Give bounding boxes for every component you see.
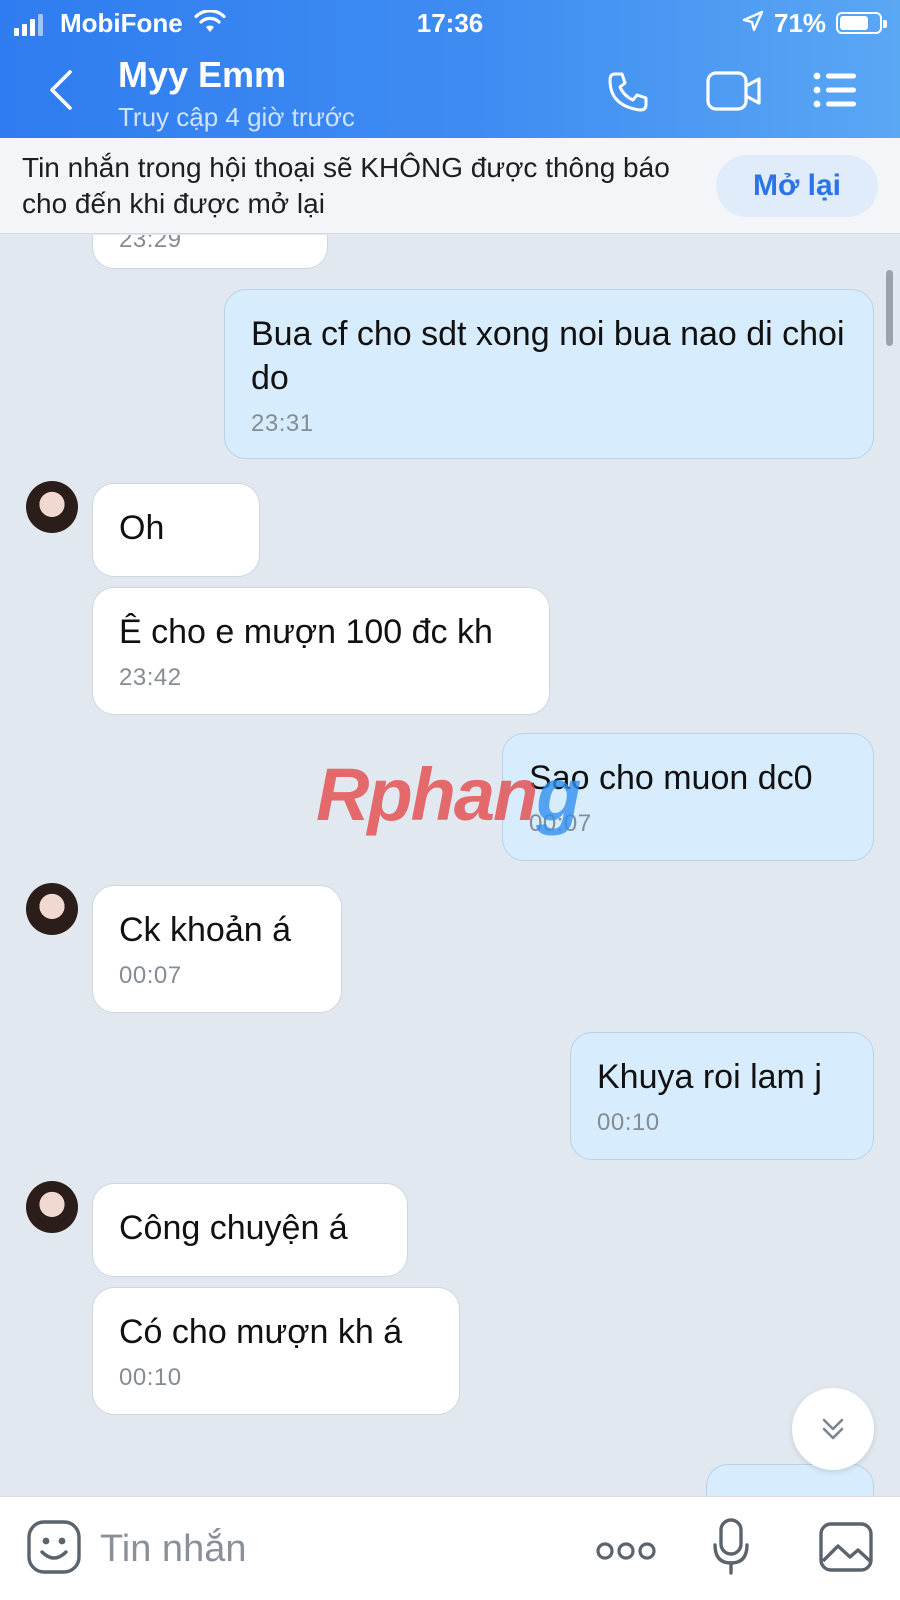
message-time: 23:42 [119,664,182,691]
message-time: 00:10 [597,1109,660,1136]
message-text: Ck khoản á [119,911,291,949]
microphone-icon[interactable] [712,1517,750,1577]
contact-avatar[interactable] [26,1181,78,1233]
location-arrow-icon [742,10,764,32]
contact-avatar[interactable] [26,883,78,935]
image-icon[interactable] [818,1521,874,1573]
outgoing-message[interactable]: Khuya roi lam j 00:10 [570,1032,874,1160]
watermark-part-2: g [536,753,581,836]
incoming-message[interactable]: Công chuyện á [92,1183,408,1277]
chat-header: MobiFone 17:36 71% Myy Emm Truy cập 4 gi… [0,0,900,138]
back-chevron-icon[interactable] [44,68,76,112]
message-text: Ê cho e mượn 100 đc kh [119,613,493,651]
sticker-icon[interactable] [26,1519,82,1575]
more-dots-icon[interactable] [596,1541,656,1561]
incoming-message[interactable]: 23:29 [92,235,328,269]
scroll-to-bottom-button[interactable] [792,1388,874,1470]
message-text: Bua cf cho sdt xong noi bua nao di choi … [251,315,845,397]
message-text: Có cho mượn kh á [119,1313,403,1351]
message-composer [0,1496,900,1600]
status-bar: MobiFone 17:36 71% [0,8,900,38]
contact-name[interactable]: Myy Emm [118,54,286,96]
incoming-message[interactable]: Oh [92,483,260,577]
mute-notice-banner: Tin nhắn trong hội thoại sẽ KHÔNG được t… [0,138,900,234]
watermark-logo: Rphang [316,752,581,837]
incoming-message[interactable]: Ck khoản á 00:07 [92,885,342,1013]
video-call-icon[interactable] [706,70,762,112]
phone-icon[interactable] [606,70,650,114]
message-time: 00:07 [119,962,182,989]
chevron-double-down-icon [822,1418,844,1440]
mute-notice-text: Tin nhắn trong hội thoại sẽ KHÔNG được t… [22,152,670,219]
incoming-message[interactable]: Có cho mượn kh á 00:10 [92,1287,460,1415]
message-time: 23:31 [251,410,314,437]
scrollbar[interactable] [886,270,893,346]
message-text: Oh [119,509,165,547]
menu-list-icon[interactable] [812,70,858,110]
contact-avatar[interactable] [26,481,78,533]
status-time: 17:36 [416,8,484,38]
battery-percent: 71% [774,8,827,38]
message-text: Công chuyện á [119,1209,348,1247]
message-text: Khuya roi lam j [597,1058,822,1096]
watermark-part-1: Rphan [316,753,538,836]
outgoing-message[interactable]: Bua cf cho sdt xong noi bua nao di choi … [224,289,874,459]
last-seen-status: Truy cập 4 giờ trước [118,102,355,132]
battery-icon [836,12,887,34]
incoming-message[interactable]: Ê cho e mượn 100 đc kh 23:42 [92,587,550,715]
message-input[interactable] [100,1523,540,1575]
message-list[interactable]: 23:29 Bua cf cho sdt xong noi bua nao di… [0,235,900,1496]
message-time: 00:10 [119,1364,182,1391]
message-time: 23:29 [119,235,182,253]
reopen-notifications-button[interactable]: Mở lại [716,155,878,217]
